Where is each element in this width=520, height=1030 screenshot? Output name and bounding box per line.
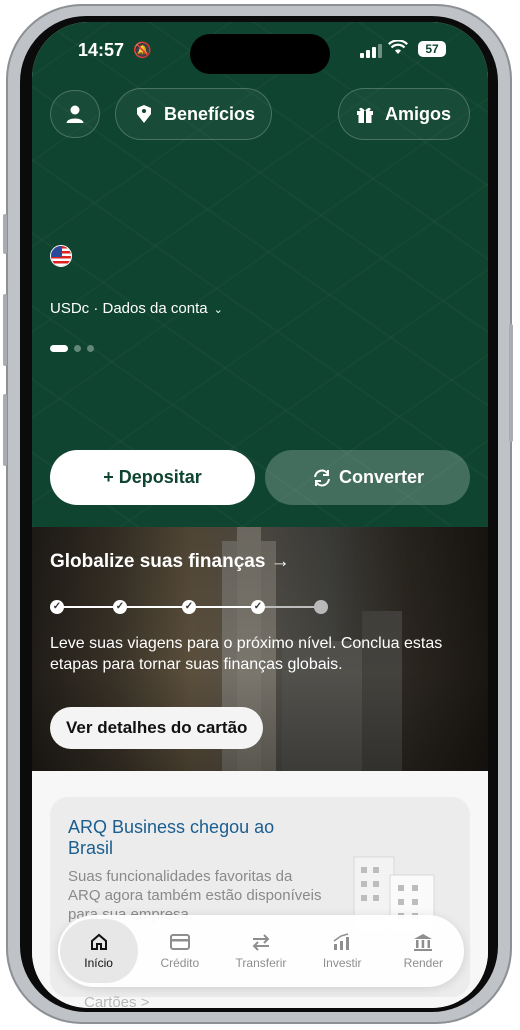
tab-label: Crédito — [160, 956, 200, 970]
bell-muted-icon: 🔕 — [133, 42, 152, 59]
account-hero: 14:57 🔕 57 Benefícios Amigos USDc · Dado… — [32, 22, 488, 527]
step-done-icon: ✓ — [50, 600, 64, 614]
tab-investir[interactable]: Investir — [303, 919, 381, 983]
wifi-icon — [388, 39, 408, 60]
progress-steps: ✓ ✓ ✓ ✓ — [50, 599, 330, 615]
progress-line-pending — [257, 606, 321, 608]
tab-transferir[interactable]: Transferir — [222, 919, 300, 983]
dynamic-island — [190, 34, 330, 74]
status-bar: 14:57 🔕 57 — [32, 22, 488, 78]
cards-section-peek[interactable]: Cartões > — [84, 994, 149, 1008]
us-flag-icon — [50, 245, 72, 267]
credit-card-icon — [169, 934, 190, 950]
tab-label: Investir — [322, 956, 362, 970]
tab-inicio[interactable]: Início — [59, 919, 138, 983]
bottom-tab-bar: Início Crédito Transferir Investir Rende… — [58, 915, 464, 987]
transfer-icon — [252, 934, 270, 951]
status-time: 14:57 — [78, 40, 125, 60]
deposit-label: + Depositar — [103, 467, 202, 487]
cellular-signal-icon — [360, 44, 382, 58]
mute-switch — [3, 214, 7, 254]
step-pending-icon — [314, 600, 328, 614]
account-label: USDc · Dados da conta — [50, 300, 208, 317]
chevron-down-icon: ⌄ — [213, 304, 223, 316]
bank-icon — [414, 934, 433, 951]
carousel-indicator — [50, 345, 94, 352]
progress-line-done — [57, 606, 257, 608]
battery-indicator: 57 — [418, 41, 446, 57]
volume-up-button — [3, 294, 7, 366]
power-button — [509, 324, 513, 442]
chart-icon — [333, 933, 350, 950]
tab-credito[interactable]: Crédito — [141, 919, 219, 983]
convert-button[interactable]: Converter — [265, 450, 470, 505]
friends-button[interactable]: Amigos — [338, 88, 470, 140]
home-icon — [90, 933, 107, 950]
card-details-label: Ver detalhes do cartão — [66, 718, 248, 737]
gift-icon — [357, 107, 373, 123]
carousel-dot-active — [50, 345, 68, 352]
benefits-label: Benefícios — [164, 103, 256, 124]
profile-button[interactable] — [50, 90, 100, 138]
convert-arrows-icon — [313, 469, 330, 486]
tab-label: Início — [84, 956, 113, 970]
volume-down-button — [3, 394, 7, 466]
carousel-dot — [87, 345, 94, 352]
account-selector[interactable]: USDc · Dados da conta ⌄ — [50, 300, 223, 317]
step-done-icon: ✓ — [182, 600, 196, 614]
tab-label: Transferir — [235, 956, 287, 970]
step-done-icon: ✓ — [251, 600, 265, 614]
benefits-button[interactable]: Benefícios — [115, 88, 272, 140]
tab-render[interactable]: Render — [384, 919, 462, 983]
promo-title[interactable]: Globalize suas finanças → — [50, 551, 290, 573]
card-details-button[interactable]: Ver detalhes do cartão — [50, 707, 264, 749]
gem-tag-icon — [137, 105, 151, 123]
promo-description: Leve suas viagens para o próximo nível. … — [50, 635, 443, 673]
convert-label: Converter — [338, 467, 425, 487]
user-icon — [66, 105, 84, 123]
business-card-title: ARQ Business chegou ao Brasil — [68, 817, 275, 858]
friends-label: Amigos — [385, 103, 452, 124]
tab-label: Render — [403, 956, 444, 970]
deposit-button[interactable]: + Depositar — [50, 450, 255, 505]
carousel-dot — [74, 345, 81, 352]
globalize-promo[interactable]: Globalize suas finanças → ✓ ✓ ✓ ✓ Leve s… — [32, 527, 488, 771]
step-done-icon: ✓ — [113, 600, 127, 614]
screen: 14:57 🔕 57 Benefícios Amigos USDc · Dado… — [32, 22, 488, 1008]
